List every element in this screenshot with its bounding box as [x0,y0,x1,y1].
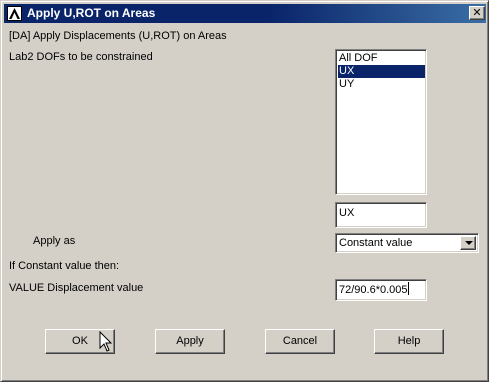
close-button[interactable]: ✕ [469,6,485,20]
close-icon: ✕ [472,6,482,19]
cancel-button[interactable]: Cancel [265,329,335,354]
dofs-listbox[interactable]: All DOF UX UY [335,49,427,195]
apply-as-dropdown-button[interactable] [460,236,476,250]
displacement-value-text: 72/90.6*0.005 [339,284,408,296]
displacement-value-input[interactable]: 72/90.6*0.005 [335,279,427,301]
dofs-option-ux[interactable]: UX [338,65,425,78]
dofs-label: Lab2 DOFs to be constrained [9,51,153,63]
apply-button[interactable]: Apply [155,329,225,354]
title-bar[interactable]: Apply U,ROT on Areas ✕ [4,4,486,23]
dofs-option-uy[interactable]: UY [338,78,425,91]
help-button[interactable]: Help [374,329,444,354]
mouse-pointer-icon [99,331,113,352]
header-text: [DA] Apply Displacements (U,ROT) on Area… [9,30,227,42]
text-cursor [407,282,409,295]
dialog-window: Apply U,ROT on Areas ✕ [DA] Apply Displa… [0,0,489,382]
chevron-down-icon [465,241,473,245]
displacement-label: VALUE Displacement value [9,282,144,294]
constant-section-label: If Constant value then: [9,260,120,272]
apply-as-select[interactable]: Constant value [335,233,479,253]
ansys-logo-icon [7,6,22,21]
dofs-selection-field[interactable]: UX [335,202,427,228]
apply-as-value: Constant value [339,237,413,249]
window-title: Apply U,ROT on Areas [27,6,156,20]
dofs-option-all[interactable]: All DOF [338,52,425,65]
apply-as-label: Apply as [33,235,76,247]
